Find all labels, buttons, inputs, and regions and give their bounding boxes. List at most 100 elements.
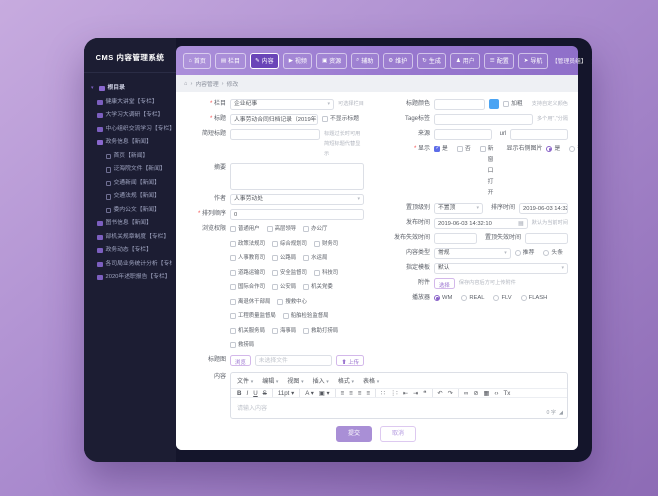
checkbox-icon[interactable] bbox=[271, 327, 278, 334]
recommend-option[interactable]: 推荐 bbox=[514, 248, 534, 259]
editor-body[interactable]: 请输入内容 bbox=[231, 398, 567, 412]
radio-icon[interactable] bbox=[569, 146, 576, 152]
nav-resource-button[interactable]: ▣ 资源 bbox=[316, 52, 347, 69]
nav-assist-button[interactable]: ⌕ 辅助 bbox=[350, 52, 379, 69]
top-expire-input[interactable] bbox=[525, 233, 569, 244]
resize-handle-icon[interactable]: ◢ bbox=[559, 410, 563, 416]
template-select[interactable]: 默认 ▾ bbox=[434, 263, 568, 274]
nav-navigation-button[interactable]: ➤ 导航 bbox=[518, 52, 548, 69]
redo-icon[interactable]: ↷ bbox=[448, 389, 453, 397]
permission-option[interactable]: 公安局 bbox=[271, 282, 296, 293]
permission-option[interactable]: 海事局 bbox=[271, 326, 296, 337]
submit-button[interactable]: 提交 bbox=[335, 426, 372, 442]
category-select[interactable]: 企业纪事 ▾ bbox=[230, 99, 335, 110]
radio-icon[interactable] bbox=[520, 295, 527, 301]
checkbox-icon[interactable] bbox=[230, 240, 236, 247]
permission-option[interactable]: 办公厅 bbox=[303, 224, 327, 235]
hide-title-option[interactable]: 不显示标题 bbox=[322, 114, 359, 125]
checkbox-icon[interactable] bbox=[303, 327, 310, 334]
clear-format-icon[interactable]: Tx bbox=[503, 389, 510, 397]
menu-format[interactable]: 格式 ▾ bbox=[338, 376, 354, 385]
font-size-select[interactable]: 11pt ▾ bbox=[278, 389, 294, 397]
bullet-list-icon[interactable]: ∷ bbox=[381, 389, 385, 397]
bold-icon[interactable]: B bbox=[237, 389, 241, 397]
undo-icon[interactable]: ↶ bbox=[438, 389, 443, 397]
nav-home-button[interactable]: ⌂ 首页 bbox=[183, 52, 212, 69]
permission-option[interactable]: 安全监督司 bbox=[271, 268, 307, 279]
checkbox-icon[interactable] bbox=[313, 240, 320, 247]
display-yes-option[interactable]: 是 bbox=[434, 144, 448, 155]
checkbox-icon[interactable] bbox=[303, 255, 310, 261]
bold-option[interactable]: 加粗 bbox=[503, 99, 523, 110]
permission-option[interactable]: 高层领导 bbox=[266, 224, 296, 235]
permission-option[interactable]: 科技司 bbox=[313, 268, 338, 279]
short-title-input[interactable] bbox=[230, 129, 320, 140]
align-center-icon[interactable]: ≡ bbox=[349, 389, 353, 397]
sidebar-item[interactable]: 委内公文【新闻】 bbox=[91, 204, 172, 218]
permission-option[interactable]: 政策法规司 bbox=[230, 239, 265, 250]
align-justify-icon[interactable]: ≡ bbox=[366, 389, 370, 397]
outdent-icon[interactable]: ⇤ bbox=[403, 389, 408, 397]
permission-option[interactable]: 水运局 bbox=[303, 253, 327, 264]
menu-view[interactable]: 视图 ▾ bbox=[287, 376, 303, 385]
display-new-window-option[interactable]: 新窗口打开 bbox=[479, 144, 493, 199]
permission-option[interactable]: 救助打捞局 bbox=[303, 326, 338, 337]
checkbox-icon[interactable] bbox=[230, 342, 236, 348]
checkbox-icon[interactable] bbox=[271, 284, 278, 290]
checkbox-icon[interactable] bbox=[271, 269, 278, 276]
background-color-icon[interactable]: ▣ ▾ bbox=[319, 389, 330, 397]
align-left-icon[interactable]: ≡ bbox=[341, 389, 345, 397]
permission-option[interactable]: 离退休干部局 bbox=[230, 297, 270, 308]
menu-insert[interactable]: 插入 ▾ bbox=[313, 376, 329, 385]
browse-button[interactable]: 浏览 bbox=[230, 355, 251, 366]
summary-textarea[interactable] bbox=[230, 163, 364, 190]
permission-option[interactable]: 机关党委 bbox=[303, 282, 333, 293]
tree-root[interactable]: ▾ 根目录 bbox=[91, 82, 172, 96]
calendar-icon[interactable]: ▦ bbox=[518, 220, 524, 227]
publish-expire-input[interactable] bbox=[434, 233, 477, 244]
permission-option[interactable]: 搜救中心 bbox=[277, 297, 307, 308]
permission-option[interactable]: 国际合作司 bbox=[230, 282, 265, 293]
nav-generate-button[interactable]: ↻ 生成 bbox=[416, 52, 447, 69]
source-url-input[interactable] bbox=[510, 129, 569, 140]
checkbox-icon[interactable] bbox=[303, 284, 310, 290]
content-type-select[interactable]: 常规 ▾ bbox=[434, 248, 511, 259]
permission-option[interactable]: 工程质量监督局 bbox=[230, 311, 276, 322]
code-view-icon[interactable]: ‹› bbox=[494, 389, 498, 397]
permission-option[interactable]: 综合规划司 bbox=[271, 239, 307, 250]
checkbox-icon[interactable] bbox=[322, 116, 328, 122]
breadcrumb-item[interactable]: 内容管理 bbox=[195, 79, 218, 88]
checkbox-icon[interactable] bbox=[503, 101, 510, 107]
title-input[interactable]: 人事劳动合同归档记录（2019年第9期） bbox=[230, 114, 318, 125]
checkbox-icon[interactable] bbox=[271, 240, 278, 247]
attachment-select-button[interactable]: 选择 bbox=[434, 278, 455, 289]
align-right-icon[interactable]: ≡ bbox=[358, 389, 362, 397]
sidebar-item[interactable]: 政务动态【专栏】 bbox=[91, 244, 172, 258]
nav-config-button[interactable]: ☰ 配置 bbox=[484, 52, 515, 69]
sidebar-item[interactable]: 图书信息【新闻】 bbox=[91, 217, 172, 231]
radio-icon[interactable] bbox=[514, 250, 521, 256]
sort-time-input[interactable]: 2019-06-03 14:32:10 bbox=[519, 203, 569, 214]
unlink-icon[interactable]: ⊘ bbox=[473, 389, 478, 397]
right-image-yes-option[interactable]: 是 bbox=[546, 144, 560, 155]
sidebar-item[interactable]: 大学习大调研【专栏】 bbox=[91, 109, 172, 123]
nav-user-button[interactable]: ♟ 用户 bbox=[450, 52, 481, 69]
sidebar-item[interactable]: 各司局业务统计分析【专栏】 bbox=[91, 258, 172, 272]
checkbox-icon[interactable] bbox=[230, 255, 236, 261]
italic-icon[interactable]: I bbox=[246, 389, 248, 397]
checkbox-icon[interactable] bbox=[230, 298, 236, 305]
radio-icon[interactable] bbox=[461, 295, 468, 301]
upload-button[interactable]: ⬆ 上传 bbox=[336, 355, 364, 366]
sidebar-item[interactable]: 中心组织交流学习【专栏】 bbox=[91, 123, 172, 137]
link-icon[interactable]: ∞ bbox=[464, 389, 468, 397]
strikethrough-icon[interactable]: S bbox=[263, 389, 267, 397]
permission-option[interactable]: 普通用户 bbox=[230, 224, 260, 235]
tag-input[interactable] bbox=[434, 114, 533, 125]
nav-category-button[interactable]: ▤ 栏目 bbox=[215, 52, 246, 69]
file-input[interactable]: 未选择文件 bbox=[254, 355, 333, 366]
nav-content-button[interactable]: ✎ 内容 bbox=[249, 52, 280, 69]
nav-maintain-button[interactable]: ⚙ 维护 bbox=[382, 52, 413, 69]
checkbox-icon[interactable] bbox=[230, 284, 236, 290]
checkbox-icon[interactable] bbox=[456, 146, 463, 152]
top-level-select[interactable]: 不置顶 ▾ bbox=[434, 203, 483, 214]
